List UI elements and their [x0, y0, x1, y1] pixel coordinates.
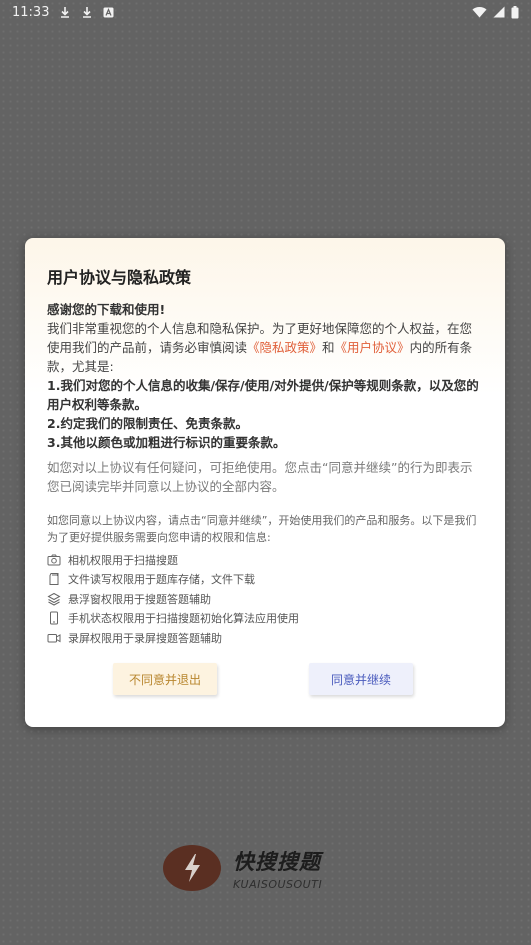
battery-icon [511, 5, 519, 18]
consent-text: 如您同意以上协议内容，请点击“同意并继续”，开始使用我们的产品和服务。以下是我们… [47, 514, 477, 544]
intro-and: 和 [322, 340, 335, 355]
greeting-text: 感谢您的下载和使用! [47, 302, 166, 317]
signal-icon [493, 6, 505, 18]
lightning-icon [185, 854, 200, 882]
clause-3: 3.其他以颜色或加粗进行标识的重要条款。 [47, 435, 286, 450]
app-logo [163, 845, 221, 891]
permission-label: 手机状态权限用于扫描搜题初始化算法应用使用 [68, 612, 299, 626]
layers-icon [47, 592, 61, 606]
question-text: 如您对以上协议有任何疑问，可拒绝使用。您点击“同意并继续”的行为即表示您已阅读完… [47, 460, 473, 494]
wifi-icon [472, 6, 487, 18]
clause-2: 2.约定我们的限制责任、免责条款。 [47, 416, 248, 431]
storage-icon [49, 573, 59, 586]
privacy-policy-link[interactable]: 《隐私政策》 [247, 340, 322, 355]
permission-label: 文件读写权限用于题库存储，文件下载 [68, 573, 255, 587]
permission-screen-record: 录屏权限用于录屏搜题答题辅助 [47, 628, 483, 648]
agree-continue-button[interactable]: 同意并继续 [309, 663, 413, 695]
permission-camera: 相机权限用于扫描搜题 [47, 550, 483, 570]
permission-phone-state: 手机状态权限用于扫描搜题初始化算法应用使用 [47, 609, 483, 629]
permission-overlay: 悬浮窗权限用于搜题答题辅助 [47, 589, 483, 609]
intro-text: 我们非常重视您的个人信息和隐私保护。为了更好地保障您的个人权益，在您使用我们的产… [47, 319, 483, 376]
permission-label: 相机权限用于扫描搜题 [68, 553, 178, 567]
download-icon [61, 7, 70, 18]
phone-icon [50, 611, 58, 625]
download-icon [83, 7, 92, 18]
status-bar: 11:33 [0, 0, 531, 24]
clause-1: 1.我们对您的个人信息的收集/保存/使用/对外提供/保护等规则条款，以及您的用户… [47, 378, 479, 412]
permission-label: 录屏权限用于录屏搜题答题辅助 [68, 631, 222, 645]
permission-storage: 文件读写权限用于题库存储，文件下载 [47, 570, 483, 590]
notification-a-icon [103, 7, 114, 17]
decline-exit-button[interactable]: 不同意并退出 [113, 663, 217, 695]
user-agreement-link[interactable]: 《用户协议》 [335, 340, 410, 355]
status-time: 11:33 [12, 4, 50, 20]
permission-list: 相机权限用于扫描搜题 文件读写权限用于题库存储，文件下载 悬浮窗权限用于搜题答题… [47, 550, 483, 648]
app-subtitle: KUAISOUSOUTI [233, 877, 323, 891]
app-name: 快搜搜题 [233, 849, 321, 874]
dialog-title: 用户协议与隐私政策 [47, 268, 192, 287]
privacy-dialog: 用户协议与隐私政策 感谢您的下载和使用! 我们非常重视您的个人信息和隐私保护。为… [25, 238, 505, 727]
permission-label: 悬浮窗权限用于搜题答题辅助 [68, 592, 211, 606]
camera-icon [47, 554, 61, 566]
app-brand: 快搜搜题 KUAISOUSOUTI [163, 845, 322, 891]
video-icon [47, 633, 61, 643]
